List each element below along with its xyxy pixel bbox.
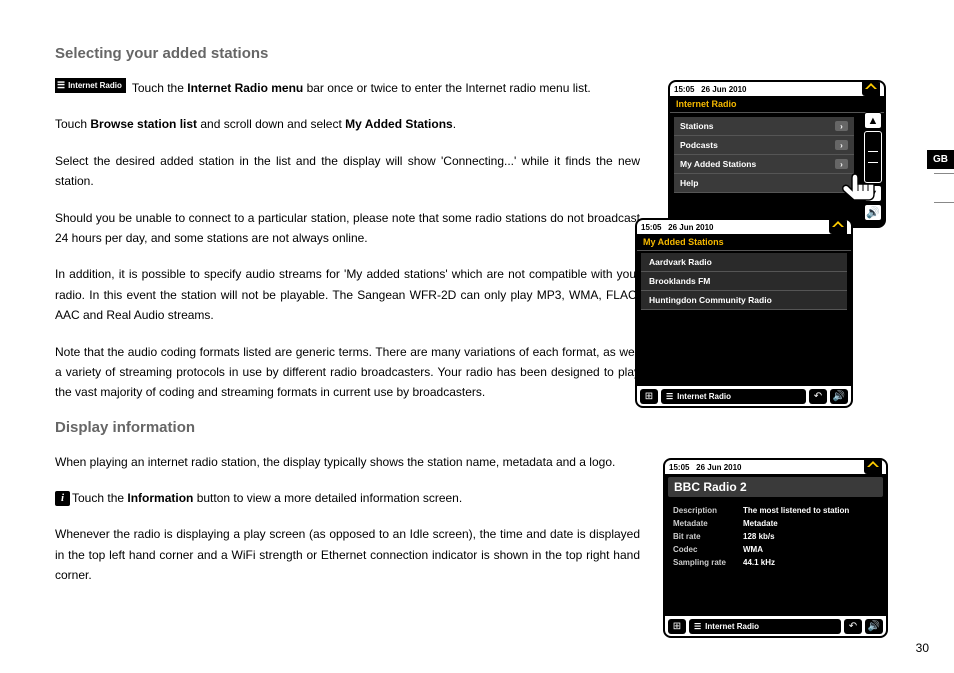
wifi-icon: [867, 461, 879, 471]
menu-item-podcasts[interactable]: Podcasts ›: [674, 136, 854, 155]
info-value: Metadate: [743, 519, 778, 528]
para-8: iTouch the Information button to view a …: [55, 488, 640, 508]
menu-item-help[interactable]: Help: [674, 174, 854, 193]
para-1-container: Internet Radio Touch the Internet Radio …: [55, 78, 640, 98]
bottom-bar: ⊞ ☰ Internet Radio ↶ 🔊: [637, 386, 851, 406]
text-bold: Information: [127, 491, 193, 505]
screen-title: My Added Stations: [637, 234, 851, 251]
volume-button[interactable]: 🔊: [865, 619, 883, 634]
para-3: Select the desired added station in the …: [55, 151, 640, 192]
info-row: CodecWMA: [673, 543, 878, 556]
info-row: MetadateMetadate: [673, 517, 878, 530]
information-icon: i: [55, 491, 70, 506]
para-7: When playing an internet radio station, …: [55, 452, 640, 472]
info-key: Metadate: [673, 519, 743, 528]
menu-label-button[interactable]: ☰ Internet Radio: [689, 619, 841, 634]
text: Touch: [55, 117, 90, 131]
para-6: Note that the audio coding formats liste…: [55, 342, 640, 403]
status-bar: 15:05 26 Jun 2010: [665, 460, 886, 474]
scroll-controls: ▲ ▼ 🔊: [864, 112, 882, 221]
wifi-indicator: [864, 460, 882, 474]
para-5: In addition, it is possible to specify a…: [55, 264, 640, 325]
station-item[interactable]: Brooklands FM: [641, 272, 847, 291]
para-1: Touch the Internet Radio menu bar once o…: [132, 78, 640, 98]
chevron-right-icon: ›: [835, 159, 848, 169]
info-value: 128 kb/s: [743, 532, 775, 541]
status-bar: 15:05 26 Jun 2010: [637, 220, 851, 234]
language-tab: GB: [927, 150, 954, 169]
wifi-icon: [832, 221, 844, 231]
menu-item-stations[interactable]: Stations ›: [674, 117, 854, 136]
text-bold: Browse station list: [90, 117, 197, 131]
text-bold: Internet Radio menu: [187, 81, 303, 95]
device-screen-list: 15:05 26 Jun 2010 My Added Stations Aard…: [635, 218, 853, 408]
text: Touch the: [72, 491, 127, 505]
station-title: BBC Radio 2: [668, 477, 883, 497]
heading-selecting: Selecting your added stations: [55, 45, 640, 62]
menu-icon: ☰: [694, 622, 701, 631]
text: button to view a more detailed informati…: [193, 491, 462, 505]
scroll-track[interactable]: [864, 131, 882, 183]
text: bar once or twice to enter the Internet …: [303, 81, 590, 95]
back-button[interactable]: ↶: [844, 619, 862, 634]
menu-icon: ☰: [666, 392, 673, 401]
info-key: Bit rate: [673, 532, 743, 541]
info-row: DescriptionThe most listened to station: [673, 504, 878, 517]
volume-button[interactable]: 🔊: [830, 389, 848, 404]
wifi-icon: [865, 83, 877, 93]
bottom-bar: ⊞ ☰ Internet Radio ↶ 🔊: [665, 616, 886, 636]
heading-display-info: Display information: [55, 419, 640, 436]
time-label: 15:05: [674, 85, 694, 94]
text-bold: My Added Stations: [345, 117, 453, 131]
home-button[interactable]: ⊞: [640, 389, 658, 404]
screen-title: Internet Radio: [670, 96, 884, 113]
menu-label: Podcasts: [680, 140, 718, 150]
menu-label-text: Internet Radio: [705, 622, 759, 631]
para-4: Should you be unable to connect to a par…: [55, 208, 640, 249]
menu-label: Stations: [680, 121, 714, 131]
info-table: DescriptionThe most listened to station …: [665, 500, 886, 573]
info-key: Description: [673, 506, 743, 515]
para-2: Touch Browse station list and scroll dow…: [55, 114, 640, 134]
info-row: Sampling rate44.1 kHz: [673, 556, 878, 569]
station-item[interactable]: Huntingdon Community Radio: [641, 291, 847, 310]
info-value: WMA: [743, 545, 763, 554]
menu-label-button[interactable]: ☰ Internet Radio: [661, 389, 806, 404]
time-label: 15:05: [669, 463, 689, 472]
menu-item-my-added[interactable]: My Added Stations ›: [674, 155, 854, 174]
back-button[interactable]: ↶: [809, 389, 827, 404]
internet-radio-menu-chip: Internet Radio: [55, 78, 126, 93]
chevron-right-icon: ›: [835, 121, 848, 131]
menu-label: My Added Stations: [680, 159, 756, 169]
volume-button[interactable]: 🔊: [864, 204, 882, 221]
info-key: Sampling rate: [673, 558, 743, 567]
home-button[interactable]: ⊞: [668, 619, 686, 634]
wifi-indicator: [829, 220, 847, 234]
date-label: 26 Jun 2010: [696, 463, 741, 472]
menu-label: Help: [680, 178, 698, 188]
info-value: The most listened to station: [743, 506, 849, 515]
para-9: Whenever the radio is displaying a play …: [55, 524, 640, 585]
page-number: 30: [916, 641, 929, 655]
info-row: Bit rate128 kb/s: [673, 530, 878, 543]
station-item[interactable]: Aardvark Radio: [641, 253, 847, 272]
text: .: [453, 117, 456, 131]
wifi-indicator: [862, 82, 880, 96]
date-label: 26 Jun 2010: [701, 85, 746, 94]
date-label: 26 Jun 2010: [668, 223, 713, 232]
text: and scroll down and select: [197, 117, 345, 131]
tab-decoration: [934, 173, 954, 203]
text: Touch the: [132, 81, 187, 95]
device-screen-info: 15:05 26 Jun 2010 BBC Radio 2 Descriptio…: [663, 458, 888, 638]
scroll-up-button[interactable]: ▲: [864, 112, 882, 129]
menu-label-text: Internet Radio: [677, 392, 731, 401]
info-value: 44.1 kHz: [743, 558, 775, 567]
device-screen-menu: 15:05 26 Jun 2010 Internet Radio Station…: [668, 80, 886, 228]
info-key: Codec: [673, 545, 743, 554]
scroll-down-button[interactable]: ▼: [864, 185, 882, 202]
chevron-right-icon: ›: [835, 140, 848, 150]
time-label: 15:05: [641, 223, 661, 232]
status-bar: 15:05 26 Jun 2010: [670, 82, 884, 96]
main-content: Selecting your added stations Internet R…: [55, 45, 640, 602]
